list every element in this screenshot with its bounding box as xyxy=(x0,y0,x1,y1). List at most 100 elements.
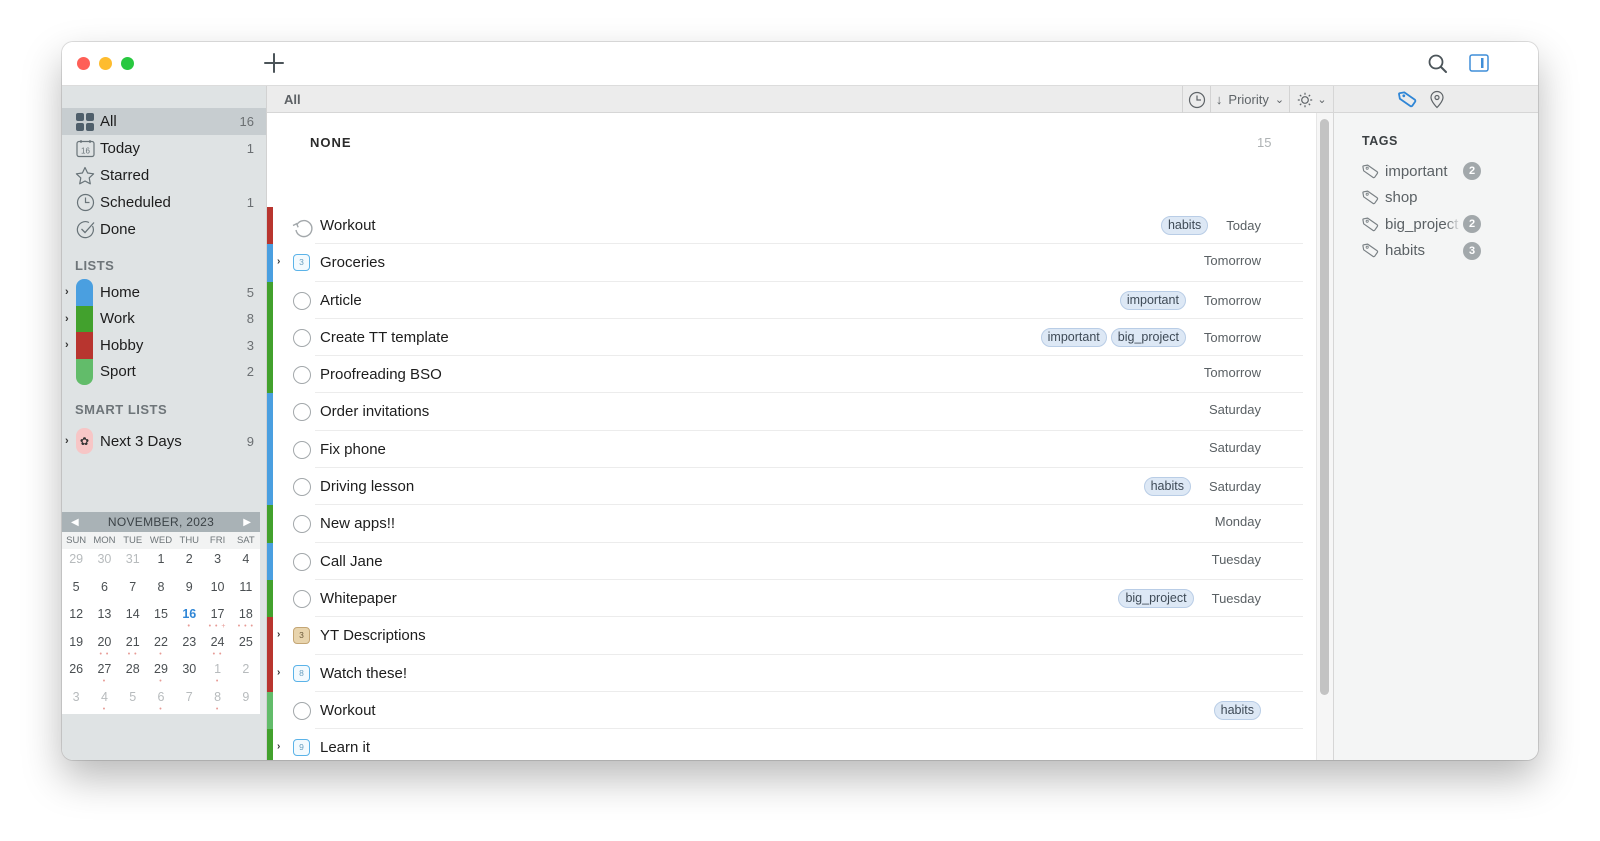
chevron-right-icon[interactable]: › xyxy=(65,435,69,447)
project-icon[interactable]: 8 xyxy=(293,664,310,682)
calendar-day[interactable]: 6 xyxy=(90,577,118,605)
task-checkbox[interactable] xyxy=(293,328,311,347)
clock-icon[interactable] xyxy=(1182,86,1210,113)
location-pin-icon[interactable] xyxy=(1429,90,1445,114)
calendar-day[interactable]: 8 • xyxy=(203,687,231,715)
task-checkbox[interactable] xyxy=(293,552,311,571)
calendar-day[interactable]: 8 xyxy=(147,577,175,605)
group-header[interactable]: NONE xyxy=(310,135,352,150)
calendar-day[interactable]: 2 xyxy=(232,659,260,687)
search-icon[interactable] xyxy=(1427,53,1449,75)
calendar-day[interactable]: 30 xyxy=(175,659,203,687)
chevron-right-icon[interactable]: › xyxy=(65,313,69,325)
calendar-day[interactable]: 9 xyxy=(232,687,260,715)
calendar-day[interactable]: 30 xyxy=(90,549,118,577)
due-date[interactable]: Saturday xyxy=(1209,402,1261,417)
chevron-right-icon[interactable]: › xyxy=(277,256,280,267)
tag-chip[interactable]: big_project xyxy=(1110,327,1186,347)
calendar-day[interactable]: 13 xyxy=(90,604,118,632)
sort-priority-button[interactable]: ↓ Priority ⌄ xyxy=(1210,86,1289,113)
task-checkbox[interactable] xyxy=(293,403,311,422)
sidebar-item-starred[interactable]: Starred xyxy=(62,162,266,189)
calendar-prev-button[interactable]: ◀ xyxy=(71,517,79,528)
calendar-day[interactable]: 19 xyxy=(62,632,90,660)
calendar-day[interactable]: 11 xyxy=(232,577,260,605)
calendar-day[interactable]: 4 • xyxy=(90,687,118,715)
zoom-window-button[interactable] xyxy=(121,57,134,70)
task-row[interactable]: › 3 YT Descriptions xyxy=(267,617,1307,655)
tag-icon[interactable] xyxy=(1398,90,1417,114)
calendar-day[interactable]: 7 xyxy=(119,577,147,605)
calendar-day[interactable]: 21 • • xyxy=(119,632,147,660)
tag-chip[interactable]: big_project xyxy=(1118,588,1194,608)
calendar-day[interactable]: 14 xyxy=(119,604,147,632)
calendar-day[interactable]: 4 xyxy=(232,549,260,577)
calendar-next-button[interactable]: ▶ xyxy=(243,517,251,528)
calendar-day[interactable]: 5 xyxy=(119,687,147,715)
task-row[interactable]: Workout habits Today xyxy=(267,207,1307,245)
tag-chip[interactable]: habits xyxy=(1143,477,1191,497)
sidebar-right-icon[interactable] xyxy=(1469,54,1489,72)
list-item-sport[interactable]: Sport 2 xyxy=(62,358,266,385)
task-row[interactable]: Workout habits xyxy=(267,691,1307,730)
chevron-right-icon[interactable]: › xyxy=(277,741,280,752)
sidebar-item-all[interactable]: All 16 xyxy=(62,108,266,135)
calendar-day[interactable]: 22 • xyxy=(147,632,175,660)
calendar-day[interactable]: 1 xyxy=(147,549,175,577)
calendar-day[interactable]: 28 xyxy=(119,659,147,687)
due-date[interactable]: Monday xyxy=(1215,514,1261,529)
chevron-right-icon[interactable]: › xyxy=(277,667,280,678)
tag-list-item[interactable]: big_project 2 xyxy=(1362,211,1502,238)
chevron-right-icon[interactable]: › xyxy=(65,339,69,351)
due-date[interactable]: Tomorrow xyxy=(1204,293,1261,308)
task-row[interactable]: Whitepaper big_project Tuesday xyxy=(267,579,1307,618)
task-row[interactable]: Article important Tomorrow xyxy=(267,281,1307,319)
calendar-day[interactable]: 3 xyxy=(62,687,90,715)
tag-list-item[interactable]: shop xyxy=(1362,185,1502,212)
tag-list-item[interactable]: important 2 xyxy=(1362,158,1502,185)
calendar-day[interactable]: 29 • xyxy=(147,659,175,687)
tag-chip[interactable]: habits xyxy=(1160,216,1209,235)
calendar-day[interactable]: 2 xyxy=(175,549,203,577)
tag-list-item[interactable]: habits 3 xyxy=(1362,238,1502,265)
task-row[interactable]: › 8 Watch these! xyxy=(267,654,1307,692)
list-item-home[interactable]: › Home 5 xyxy=(62,279,266,306)
tag-chip[interactable]: important xyxy=(1119,290,1186,310)
project-icon[interactable]: 9 xyxy=(293,739,310,757)
task-checkbox[interactable] xyxy=(293,701,311,720)
calendar-day[interactable]: 9 xyxy=(175,577,203,605)
view-options-button[interactable]: ⌄ xyxy=(1289,86,1334,113)
smart-list-next-3-days[interactable]: › ✿ Next 3 Days 9 xyxy=(62,427,266,455)
calendar-day[interactable]: 20 • • xyxy=(90,632,118,660)
calendar-day[interactable]: 17 • • + xyxy=(203,604,231,632)
project-folder-icon[interactable]: 3 xyxy=(293,627,310,645)
sidebar-item-scheduled[interactable]: Scheduled 1 xyxy=(62,189,266,216)
list-item-hobby[interactable]: › Hobby 3 xyxy=(62,332,266,359)
due-date[interactable]: Tuesday xyxy=(1212,591,1261,606)
calendar-day[interactable]: 27 • xyxy=(90,659,118,687)
minimize-window-button[interactable] xyxy=(99,57,112,70)
calendar-day[interactable]: 5 xyxy=(62,577,90,605)
task-row[interactable]: Call Jane Tuesday xyxy=(267,542,1307,580)
due-date[interactable]: Tomorrow xyxy=(1204,365,1261,380)
task-checkbox[interactable] xyxy=(293,515,311,534)
calendar-day[interactable]: 31 xyxy=(119,549,147,577)
due-date[interactable]: Saturday xyxy=(1209,440,1261,455)
due-date[interactable]: Tomorrow xyxy=(1204,253,1261,268)
calendar-day[interactable]: 10 xyxy=(203,577,231,605)
calendar-day[interactable]: 25 xyxy=(232,632,260,660)
task-row[interactable]: › 9 Learn it xyxy=(267,729,1307,760)
task-checkbox[interactable] xyxy=(293,291,311,310)
repeat-checkbox-icon[interactable] xyxy=(291,216,313,243)
calendar-day[interactable]: 26 xyxy=(62,659,90,687)
calendar-day[interactable]: 1 • xyxy=(203,659,231,687)
sidebar-item-done[interactable]: Done xyxy=(62,216,266,243)
project-icon[interactable]: 3 xyxy=(293,254,310,272)
chevron-right-icon[interactable]: › xyxy=(277,629,280,640)
task-row[interactable]: Fix phone Saturday xyxy=(267,430,1307,469)
task-checkbox[interactable] xyxy=(293,589,311,608)
calendar-day[interactable]: 15 xyxy=(147,604,175,632)
close-window-button[interactable] xyxy=(77,57,90,70)
due-date[interactable]: Saturday xyxy=(1209,479,1261,494)
task-checkbox[interactable] xyxy=(293,478,311,497)
